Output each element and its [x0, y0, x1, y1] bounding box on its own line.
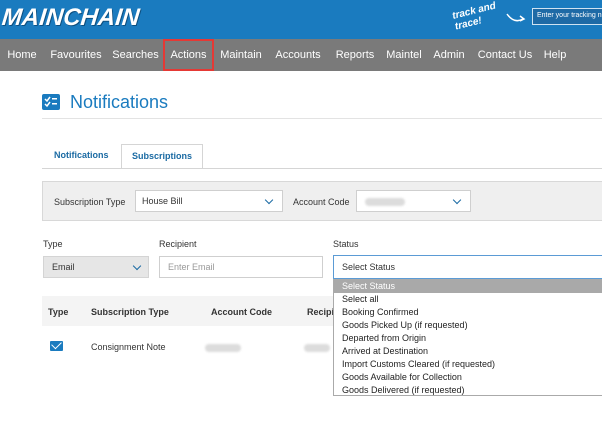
account-code-label: Account Code	[293, 197, 350, 207]
mail-icon	[50, 341, 63, 351]
tab-notifications[interactable]: Notifications	[44, 144, 119, 168]
nav-item-favourites[interactable]: Favourites	[44, 39, 108, 71]
chevron-down-icon	[452, 195, 462, 205]
checklist-icon	[42, 94, 60, 110]
chevron-down-icon	[132, 261, 142, 271]
page: MAINCHAIN track and trace! Enter your tr…	[0, 0, 602, 423]
arrow-icon	[506, 13, 526, 22]
redacted-account-code	[205, 344, 241, 352]
track-and-trace-badge: track and trace!	[451, 0, 498, 33]
type-label: Type	[43, 239, 63, 249]
status-option[interactable]: Goods Available for Collection	[334, 371, 602, 384]
status-option[interactable]: Booking Confirmed	[334, 306, 602, 319]
subscription-type-value: House Bill	[142, 196, 183, 206]
main-nav: Home Favourites Searches Actions Maintain Acc…	[0, 39, 602, 71]
nav-item-admin[interactable]: Admin	[426, 39, 472, 71]
status-option[interactable]: Goods Delivered (if requested)	[334, 384, 602, 397]
brand-bar: MAINCHAIN track and trace! Enter your tr…	[0, 0, 602, 39]
nav-item-accounts[interactable]: Accounts	[268, 39, 328, 71]
recipient-email-input[interactable]: Enter Email	[159, 256, 323, 278]
column-header-account-code: Account Code	[211, 307, 273, 317]
redacted-account-code	[365, 198, 405, 206]
nav-item-home[interactable]: Home	[0, 39, 44, 71]
tabs-divider	[42, 168, 602, 169]
subscription-type-label: Subscription Type	[54, 197, 126, 207]
nav-item-help[interactable]: Help	[538, 39, 572, 71]
column-header-recipient: Recipi	[307, 307, 335, 317]
tab-subscriptions[interactable]: Subscriptions	[121, 144, 204, 169]
nav-item-reports[interactable]: Reports	[328, 39, 382, 71]
tracking-number-input[interactable]: Enter your tracking n	[532, 8, 602, 25]
status-option[interactable]: Goods Picked Up (if requested)	[334, 319, 602, 332]
nav-item-maintel[interactable]: Maintel	[382, 39, 426, 71]
recipient-label: Recipient	[159, 239, 197, 249]
status-dropdown-list: Select Status Select all Booking Confirmed…	[333, 279, 602, 396]
column-header-subscription-type: Subscription Type	[91, 307, 169, 317]
subscription-type-select[interactable]: House Bill	[135, 190, 283, 212]
status-option[interactable]: Import Customs Cleared (if requested)	[334, 358, 602, 371]
status-label: Status	[333, 239, 359, 249]
status-option[interactable]: Arrived at Destination	[334, 345, 602, 358]
mainchain-logo[interactable]: MAINCHAIN	[1, 4, 141, 32]
status-option[interactable]: Select all	[334, 293, 602, 306]
status-option[interactable]: Departed from Origin	[334, 332, 602, 345]
title-divider	[42, 118, 602, 119]
nav-item-contact-us[interactable]: Contact Us	[472, 39, 538, 71]
row-subscription-type: Consignment Note	[91, 342, 166, 352]
nav-item-maintain[interactable]: Maintain	[214, 39, 268, 71]
nav-item-searches[interactable]: Searches	[108, 39, 163, 71]
page-title: Notifications	[70, 92, 169, 112]
status-option[interactable]: Select Status	[334, 280, 602, 293]
type-value: Email	[52, 262, 75, 272]
nav-item-actions[interactable]: Actions	[163, 39, 214, 71]
filter-panel: Subscription Type House Bill Account Cod…	[42, 181, 602, 221]
type-select[interactable]: Email	[43, 256, 149, 278]
redacted-recipient	[304, 344, 330, 352]
column-header-type: Type	[48, 307, 69, 317]
account-code-select[interactable]	[356, 190, 471, 212]
chevron-down-icon	[264, 195, 274, 205]
status-select[interactable]: Select Status	[333, 255, 602, 279]
